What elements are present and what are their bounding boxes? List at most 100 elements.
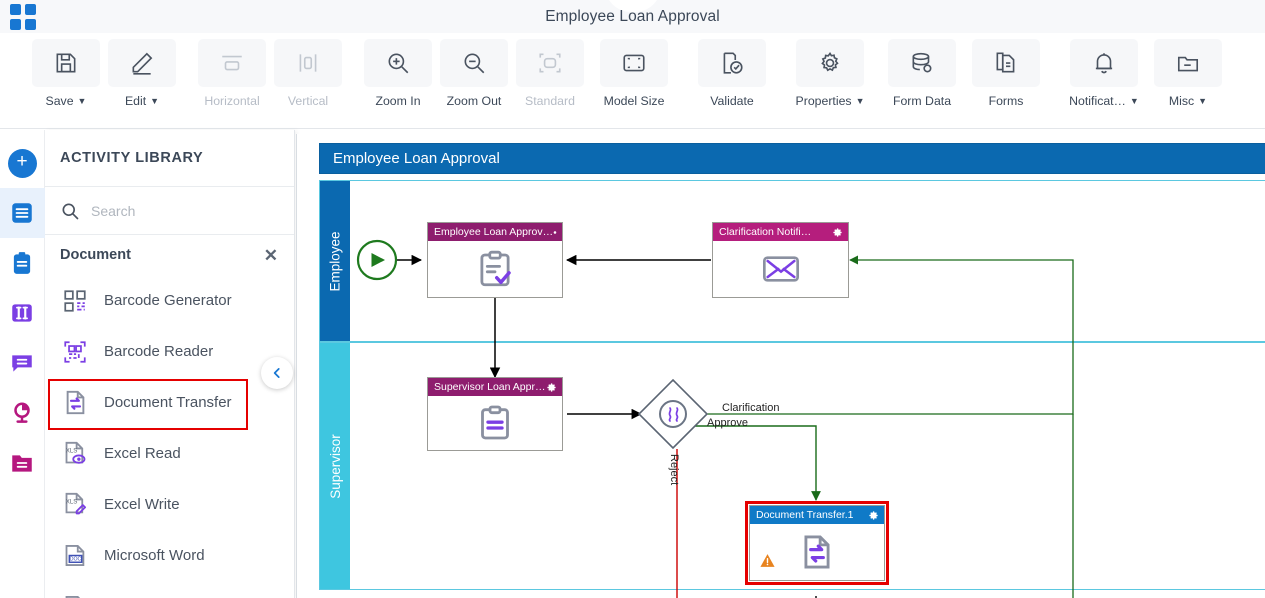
columns-icon — [12, 304, 32, 322]
node-supervisor-loan-approval[interactable]: Supervisor Loan Appr… — [427, 377, 563, 451]
zoom-out-button[interactable]: Zoom Out — [436, 39, 512, 108]
properties-label: Properties — [795, 94, 852, 108]
svg-text:DOC: DOC — [69, 557, 81, 563]
lane-label-employee: Employee — [320, 181, 350, 341]
node-title: Supervisor Loan Appr… — [434, 381, 546, 393]
chevron-down-icon: ▼ — [1129, 95, 1139, 106]
vertical-label: Vertical — [287, 94, 329, 108]
notifications-button[interactable]: Notificat… ▼ — [1058, 39, 1150, 108]
warning-triangle-icon — [759, 552, 776, 574]
validate-button[interactable]: Validate — [694, 39, 770, 108]
validate-doc-icon — [698, 39, 766, 87]
zoom-in-button[interactable]: Zoom In — [360, 39, 436, 108]
folder-icon — [1154, 39, 1222, 87]
left-icon-rail: + — [0, 130, 45, 598]
node-title: Document Transfer.1 — [756, 509, 854, 521]
gear-icon[interactable] — [868, 510, 879, 521]
library-item-label: Excel Read — [104, 445, 181, 462]
edge-label-approve: Approve — [707, 417, 748, 429]
search-icon[interactable] — [60, 201, 80, 221]
excel-write-icon: XLS — [60, 490, 90, 520]
search-input[interactable] — [91, 202, 261, 219]
notifications-label: Notificat… — [1069, 94, 1126, 108]
save-floppy-icon — [32, 39, 100, 87]
rail-activity-library-button[interactable] — [0, 188, 45, 238]
clipboard-icon — [13, 252, 31, 274]
gear-icon[interactable] — [832, 227, 843, 238]
library-item-label: Barcode Reader — [104, 343, 214, 360]
vertical-layout-icon — [274, 39, 342, 87]
zoom-in-icon — [364, 39, 432, 87]
model-size-button[interactable]: Model Size — [588, 39, 680, 108]
node-title: Clarification Notifi… — [719, 226, 812, 238]
panel-collapse-button[interactable] — [261, 357, 293, 389]
library-item-document-transfer[interactable]: Document Transfer — [45, 377, 294, 430]
plus-circle-icon: + — [7, 148, 37, 178]
pool-title: Employee Loan Approval — [319, 143, 1265, 174]
grid-apps-icon[interactable] — [10, 4, 36, 30]
form-data-label: Form Data — [892, 94, 952, 108]
chevron-left-icon — [273, 368, 280, 378]
node-employee-loan-approval[interactable]: Employee Loan Approv… — [427, 222, 563, 298]
chat-bubble-icon — [12, 355, 32, 372]
library-item-label: Microsoft Word — [104, 547, 205, 564]
forms-button[interactable]: Forms — [968, 39, 1044, 108]
edge-label-clarification: Clarification — [722, 402, 780, 414]
rail-variables-button[interactable] — [0, 288, 45, 338]
node-title: Employee Loan Approv… — [434, 226, 554, 238]
misc-label: Misc — [1168, 94, 1195, 108]
library-item-microsoft-word[interactable]: DOC Microsoft Word — [45, 530, 294, 581]
panel-title: ACTIVITY LIBRARY — [45, 130, 294, 187]
standard-size-icon — [516, 39, 584, 87]
list-panel-icon — [12, 203, 32, 223]
chevron-down-icon: ▼ — [1198, 95, 1208, 106]
word-doc-icon: DOC — [60, 541, 90, 571]
form-data-button[interactable]: Form Data — [876, 39, 968, 108]
library-item-partial[interactable] — [45, 581, 294, 598]
save-button[interactable]: Save ▼ — [28, 39, 104, 108]
search-row — [45, 187, 294, 235]
lane-label-supervisor: Supervisor — [320, 343, 350, 589]
vertical-button[interactable]: Vertical — [270, 39, 346, 108]
close-x-icon[interactable]: ✕ — [264, 247, 278, 264]
zoom-out-icon — [440, 39, 508, 87]
barcode-generator-icon — [60, 286, 90, 316]
edit-button[interactable]: Edit ▼ — [104, 39, 180, 108]
library-item-barcode-generator[interactable]: Barcode Generator — [45, 275, 294, 326]
svg-text:XLS: XLS — [65, 447, 77, 454]
group-label: Document — [60, 247, 131, 263]
clipboard-lines-icon — [481, 405, 509, 440]
node-clarification-notification[interactable]: Clarification Notifi… — [712, 222, 849, 298]
edit-label: Edit — [124, 94, 147, 108]
save-label: Save — [45, 94, 74, 108]
library-item-barcode-reader[interactable]: Barcode Reader — [45, 326, 294, 377]
documents-icon — [972, 39, 1040, 87]
model-size-label: Model Size — [603, 94, 665, 108]
library-item-excel-write[interactable]: XLS Excel Write — [45, 479, 294, 530]
svg-text:XLS: XLS — [65, 498, 77, 505]
rail-comments-button[interactable] — [0, 338, 45, 388]
node-document-transfer-1[interactable]: Document Transfer.1 — [745, 501, 889, 585]
gear-icon[interactable] — [546, 382, 557, 393]
envelope-icon — [762, 256, 799, 282]
library-item-label: Document Transfer — [104, 394, 232, 411]
gear-icon — [796, 39, 864, 87]
standard-button[interactable]: Standard — [512, 39, 588, 108]
rail-files-button[interactable] — [0, 438, 45, 488]
pencil-edit-icon — [108, 39, 176, 87]
chevron-down-icon: ▼ — [855, 95, 865, 106]
library-item-excel-read[interactable]: XLS Excel Read — [45, 428, 294, 479]
rail-reports-button[interactable] — [0, 388, 45, 438]
document-transfer-icon — [804, 535, 830, 569]
diagram-canvas[interactable]: Employee Loan Approval Employee Supervis… — [296, 134, 1265, 598]
rail-add-button[interactable]: + — [0, 138, 45, 188]
properties-button[interactable]: Properties ▼ — [784, 39, 876, 108]
horizontal-button[interactable]: Horizontal — [194, 39, 270, 108]
barcode-reader-icon — [60, 337, 90, 367]
misc-button[interactable]: Misc ▼ — [1150, 39, 1226, 108]
rail-tasks-button[interactable] — [0, 238, 45, 288]
library-group-document: Document ✕ — [45, 235, 294, 275]
zoom-out-label: Zoom Out — [446, 94, 502, 108]
gear-icon[interactable] — [553, 227, 557, 238]
chevron-down-icon: ▼ — [150, 95, 160, 106]
